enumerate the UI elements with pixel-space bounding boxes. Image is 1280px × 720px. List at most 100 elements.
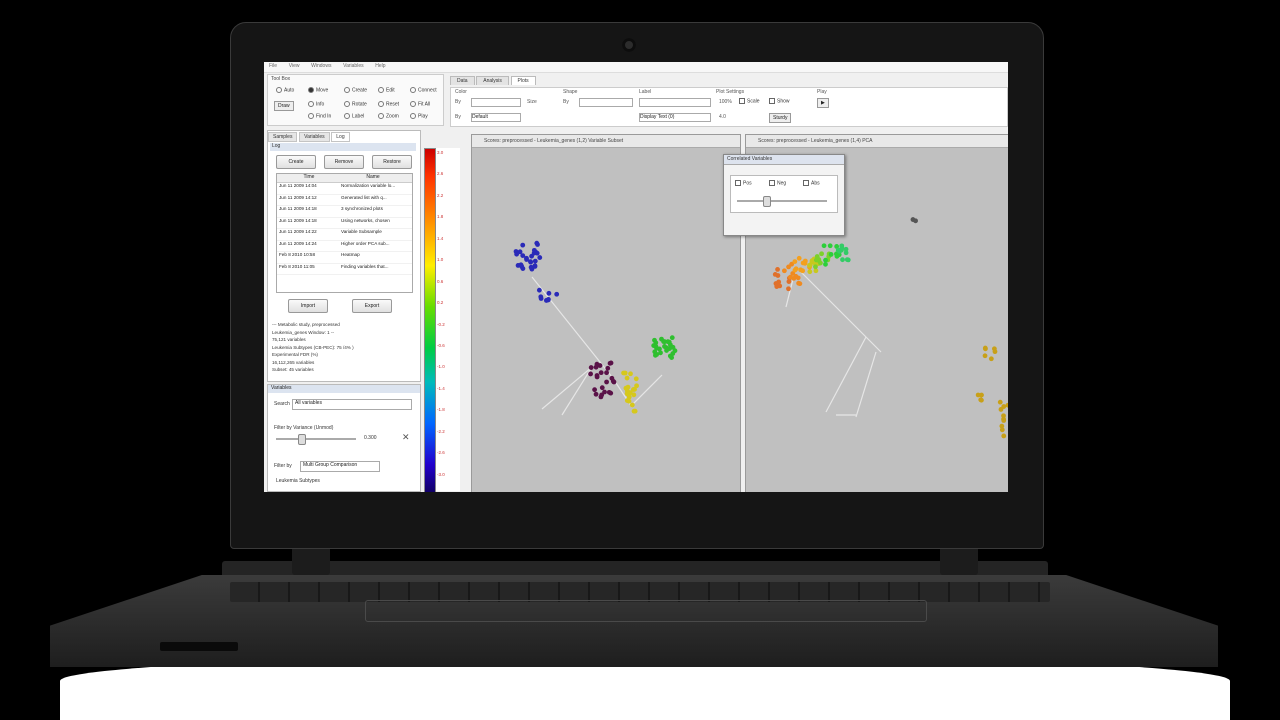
- sample-point[interactable]: [835, 247, 841, 253]
- sample-point[interactable]: [792, 259, 798, 265]
- sample-point[interactable]: [624, 398, 630, 403]
- tool-label-mode[interactable]: Label: [344, 113, 364, 119]
- menu-windows[interactable]: Windows: [311, 63, 331, 69]
- sample-point[interactable]: [988, 356, 994, 362]
- sample-point[interactable]: [786, 286, 791, 292]
- tab-data[interactable]: Data: [450, 76, 475, 85]
- sample-point[interactable]: [814, 254, 820, 259]
- tool-reset[interactable]: Reset: [378, 101, 399, 107]
- sample-point[interactable]: [999, 427, 1005, 433]
- sample-point[interactable]: [800, 260, 806, 266]
- sample-point[interactable]: [634, 383, 639, 389]
- sample-point[interactable]: [792, 267, 798, 273]
- sample-point[interactable]: [524, 255, 529, 261]
- sample-point[interactable]: [800, 268, 806, 274]
- sample-point[interactable]: [602, 389, 607, 395]
- sample-point[interactable]: [796, 255, 802, 261]
- label-combo[interactable]: [639, 98, 711, 107]
- sample-point[interactable]: [538, 294, 544, 300]
- show-checkbox[interactable]: Show: [769, 98, 790, 104]
- sturdy-button[interactable]: Sturdy: [769, 113, 792, 123]
- sample-point[interactable]: [545, 297, 551, 303]
- tab-log[interactable]: Log: [331, 132, 350, 142]
- shape-by-combo[interactable]: [579, 98, 633, 107]
- restore-button[interactable]: Restore: [372, 155, 412, 169]
- search-combo[interactable]: All variables: [292, 399, 412, 410]
- option-pos[interactable]: Pos: [735, 180, 752, 186]
- sample-point[interactable]: [594, 373, 600, 378]
- import-button[interactable]: Import: [288, 299, 328, 313]
- sample-point[interactable]: [819, 251, 824, 257]
- tool-rotate[interactable]: Rotate: [344, 101, 367, 107]
- sample-point[interactable]: [979, 397, 984, 403]
- sample-point[interactable]: [515, 263, 521, 268]
- option-neg[interactable]: Neg: [769, 180, 786, 186]
- sample-point[interactable]: [621, 370, 626, 376]
- sample-point[interactable]: [537, 255, 543, 260]
- table-row[interactable]: Feb 8 2010 10:58 Heatmap: [277, 252, 412, 264]
- sample-point[interactable]: [982, 353, 988, 359]
- tool-create[interactable]: Create: [344, 87, 367, 93]
- column-name[interactable]: Name: [341, 174, 405, 180]
- sample-point[interactable]: [813, 264, 818, 270]
- scale-checkbox[interactable]: Scale: [739, 98, 760, 104]
- sample-point[interactable]: [536, 287, 542, 293]
- draw-button[interactable]: Draw: [274, 101, 294, 111]
- sample-point[interactable]: [821, 243, 827, 249]
- create-button[interactable]: Create: [276, 155, 316, 169]
- sample-point[interactable]: [604, 379, 609, 385]
- tool-fit-all[interactable]: Fit All: [410, 101, 430, 107]
- tool-auto[interactable]: Auto: [276, 87, 294, 93]
- sample-point[interactable]: [604, 370, 609, 376]
- sample-point[interactable]: [1001, 433, 1007, 439]
- filter-by-combo[interactable]: Multi Group Comparison: [300, 461, 380, 472]
- sample-point[interactable]: [667, 353, 673, 359]
- sample-point[interactable]: [843, 246, 849, 252]
- menu-file[interactable]: File: [269, 63, 277, 69]
- sample-point[interactable]: [597, 363, 603, 368]
- menu-view[interactable]: View: [289, 63, 300, 69]
- tool-info[interactable]: Info: [308, 101, 324, 107]
- sample-point[interactable]: [605, 365, 611, 371]
- sample-point[interactable]: [633, 376, 639, 382]
- variance-slider-track[interactable]: [276, 438, 356, 440]
- sample-point[interactable]: [554, 291, 560, 297]
- subset-value[interactable]: Leukemia Subtypes: [276, 478, 320, 484]
- sample-point[interactable]: [598, 394, 604, 400]
- sample-point[interactable]: [528, 259, 534, 265]
- tab-analysis[interactable]: Analysis: [476, 76, 509, 85]
- tool-play[interactable]: Play: [410, 113, 428, 119]
- sample-point[interactable]: [658, 350, 663, 356]
- play-button[interactable]: ▶: [817, 98, 829, 108]
- sample-point[interactable]: [520, 266, 526, 271]
- sample-point[interactable]: [840, 257, 845, 263]
- sample-point[interactable]: [776, 279, 782, 285]
- tool-edit[interactable]: Edit: [378, 87, 395, 93]
- sample-point[interactable]: [628, 371, 633, 377]
- threshold-slider-track[interactable]: [737, 200, 827, 202]
- sample-point[interactable]: [775, 266, 780, 272]
- table-row[interactable]: Jun 11 2009 14:24 Higher order PCA sub...: [277, 241, 412, 252]
- sample-point[interactable]: [774, 284, 780, 289]
- menu-variables[interactable]: Variables: [343, 63, 363, 69]
- sample-point[interactable]: [823, 257, 828, 263]
- tool-find-in[interactable]: Find In: [308, 113, 331, 119]
- sample-point[interactable]: [787, 274, 793, 280]
- sample-point[interactable]: [827, 243, 833, 249]
- sample-point[interactable]: [629, 402, 635, 408]
- table-row[interactable]: Jun 11 2009 14:12 Generated list with q..…: [277, 195, 412, 206]
- sample-point[interactable]: [662, 339, 668, 345]
- sample-point[interactable]: [828, 252, 834, 257]
- sample-point[interactable]: [627, 390, 633, 396]
- display-text-combo[interactable]: Display Text (0): [639, 113, 711, 122]
- table-row[interactable]: Jun 11 2009 14:04 Normalization variable …: [277, 183, 412, 195]
- color-by-combo[interactable]: [471, 98, 521, 107]
- plot-1-canvas[interactable]: [472, 147, 740, 492]
- sample-point[interactable]: [772, 271, 778, 277]
- table-row[interactable]: Jun 11 2009 14:22 Variable Subsample: [277, 229, 412, 241]
- sample-point[interactable]: [546, 290, 552, 296]
- sample-point[interactable]: [535, 242, 540, 247]
- scores-plot-1[interactable]: Scores: preprocessed - Leukemia_genes (1…: [471, 134, 741, 492]
- sample-point[interactable]: [807, 269, 813, 275]
- table-row[interactable]: Feb 8 2010 11:05 Finding variables that..…: [277, 264, 412, 275]
